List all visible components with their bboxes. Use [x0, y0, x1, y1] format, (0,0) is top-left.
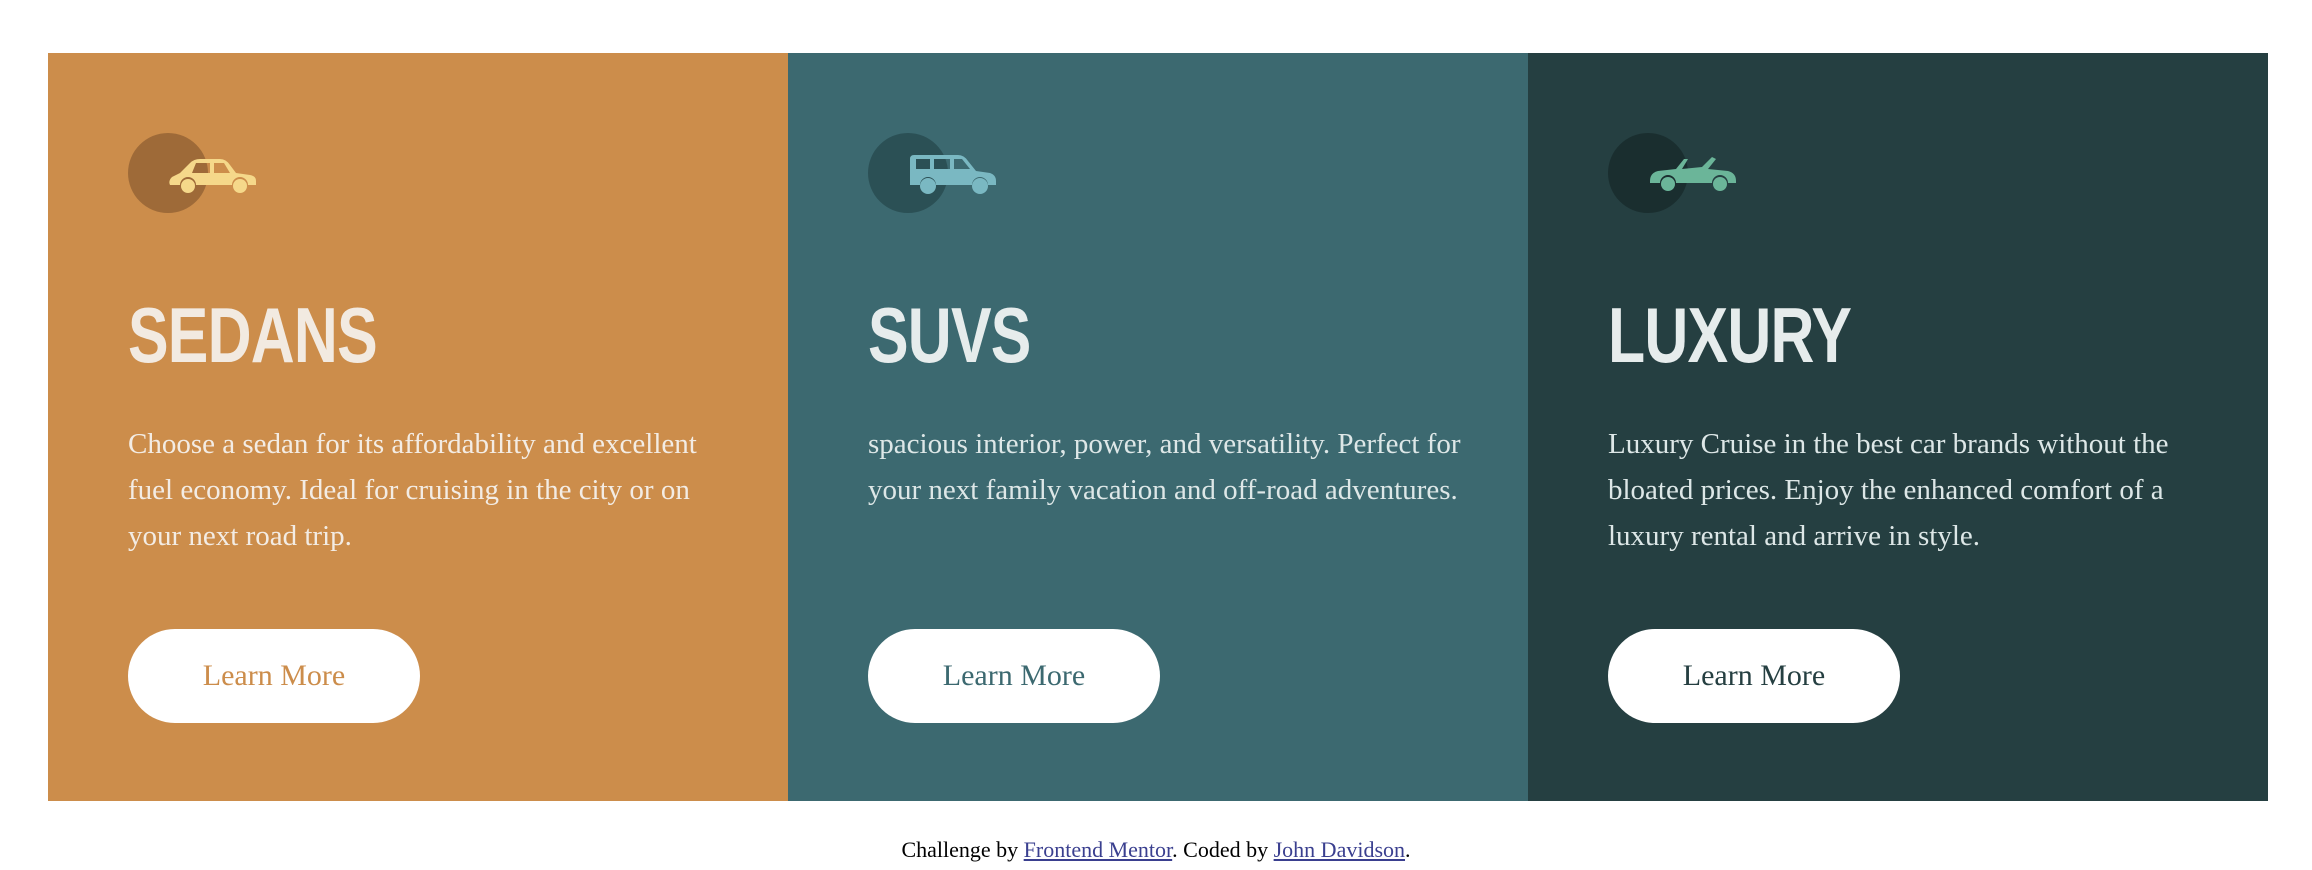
card-luxury: LUXURY Luxury Cruise in the best car bra…	[1528, 53, 2268, 801]
card-description: Choose a sedan for its affordability and…	[128, 428, 697, 552]
card-sedans: SEDANS Choose a sedan for its affordabil…	[48, 53, 788, 801]
attribution-prefix: Challenge by	[901, 837, 1024, 862]
card-description: spacious interior, power, and versatilit…	[868, 428, 1461, 506]
attribution-suffix: .	[1405, 837, 1411, 862]
author-link[interactable]: John Davidson	[1274, 837, 1405, 862]
suv-car-icon	[868, 133, 998, 213]
attribution-footer: Challenge by Frontend Mentor. Coded by J…	[0, 836, 2312, 864]
learn-more-button[interactable]: Learn More	[128, 629, 420, 723]
car-cards-container: SEDANS Choose a sedan for its affordabil…	[48, 53, 2268, 801]
learn-more-button[interactable]: Learn More	[1608, 629, 1900, 723]
attribution-middle: . Coded by	[1172, 837, 1274, 862]
luxury-convertible-icon	[1608, 133, 1738, 213]
card-title: SEDANS	[128, 291, 378, 379]
card-suvs: SUVS spacious interior, power, and versa…	[788, 53, 1528, 801]
learn-more-button[interactable]: Learn More	[868, 629, 1160, 723]
sedan-car-icon	[128, 133, 258, 213]
card-title: LUXURY	[1608, 291, 1852, 379]
card-title: SUVS	[868, 291, 1031, 379]
frontend-mentor-link[interactable]: Frontend Mentor	[1024, 837, 1173, 862]
card-description: Luxury Cruise in the best car brands wit…	[1608, 428, 2169, 552]
